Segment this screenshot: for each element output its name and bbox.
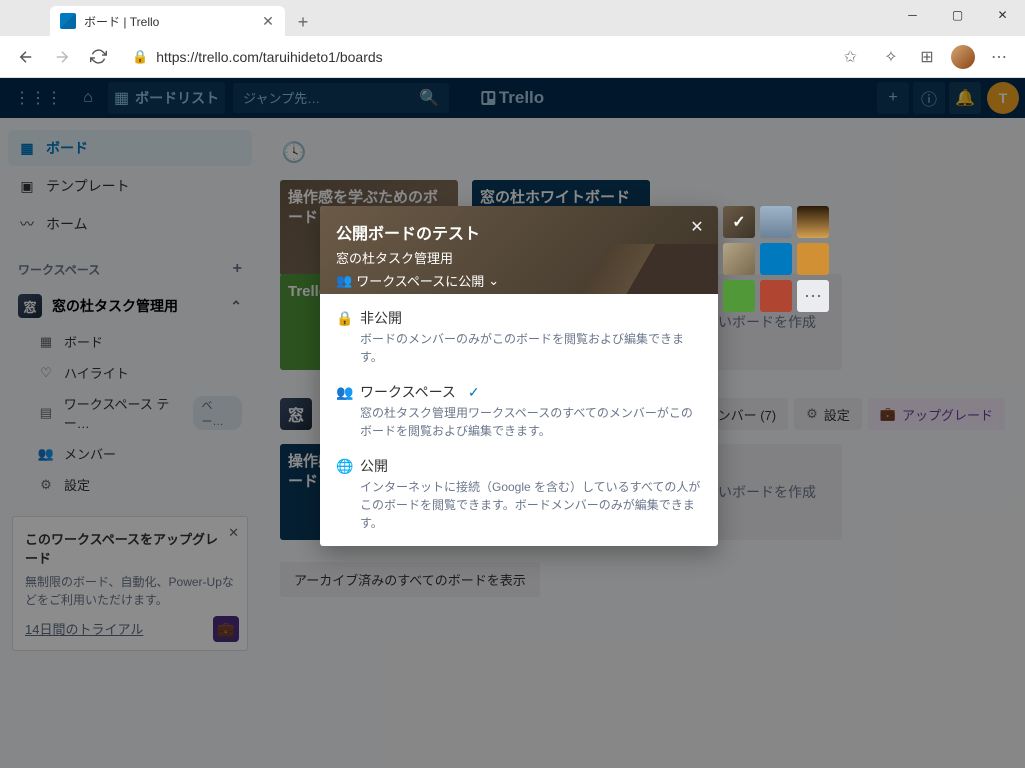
chevron-down-icon: ⌄ — [488, 273, 499, 289]
lock-icon: 🔒 — [336, 310, 352, 327]
browser-menu-button[interactable]: ⋯ — [981, 39, 1017, 75]
bg-option[interactable] — [723, 206, 755, 238]
globe-icon: 🌐 — [336, 458, 352, 475]
members-icon: 👥 — [336, 273, 352, 289]
gear-icon: ⚙ — [806, 406, 818, 422]
board-icon: ▦ — [114, 88, 129, 108]
bg-option[interactable] — [797, 206, 829, 238]
chevron-up-icon: ⌃ — [230, 298, 242, 315]
trello-favicon — [60, 13, 76, 29]
table-icon: ▤ — [38, 405, 54, 421]
url-input[interactable]: 🔒 https://trello.com/taruihideto1/boards… — [122, 41, 867, 73]
tab-title: ボード | Trello — [84, 13, 261, 30]
window-minimize-button[interactable]: ─ — [890, 0, 935, 30]
info-icon[interactable]: ⓘ — [913, 82, 945, 114]
clock-icon: 🕓 — [280, 138, 308, 166]
popup-title: 公開ボードのテスト — [336, 220, 702, 244]
template-icon: ▣ — [18, 178, 36, 195]
board-icon: ▦ — [18, 140, 36, 157]
new-tab-button[interactable]: + — [289, 8, 317, 36]
extension-collections-icon[interactable]: ✧ — [873, 39, 909, 75]
briefcase-icon: 💼 — [880, 406, 896, 422]
sidebar-item-templates[interactable]: ▣ テンプレート — [8, 168, 252, 204]
notifications-icon[interactable]: 🔔 — [949, 82, 981, 114]
sidebar-sub-settings[interactable]: ⚙ 設定 — [8, 469, 252, 500]
url-text: https://trello.com/taruihideto1/boards — [156, 49, 843, 65]
browser-addressbar: 🔒 https://trello.com/taruihideto1/boards… — [0, 36, 1025, 78]
bg-option[interactable] — [797, 243, 829, 275]
close-icon[interactable]: ✕ — [228, 525, 239, 541]
bg-more-button[interactable]: ⋯ — [797, 280, 829, 312]
members-icon: 👥 — [38, 446, 54, 462]
gear-icon: ⚙ — [38, 477, 54, 493]
trello-logo[interactable]: Trello — [481, 88, 544, 108]
browser-tab[interactable]: ボード | Trello ✕ — [50, 6, 285, 36]
vis-option-workspace[interactable]: 👥ワークスペース✓ 窓の杜タスク管理用ワークスペースのすべてのメンバーがこのボー… — [320, 374, 718, 448]
upgrade-promo: ✕ このワークスペースをアップグレード 無制限のボード、自動化、Power-Up… — [12, 516, 248, 651]
trello-logo-icon — [481, 91, 495, 105]
apps-icon[interactable]: ⋮⋮⋮ — [8, 82, 68, 114]
forward-button[interactable] — [44, 39, 80, 75]
popup-header: ✕ 公開ボードのテスト 窓の杜タスク管理用 👥 ワークスペースに公開 ⌄ — [320, 206, 718, 294]
user-avatar[interactable]: T — [987, 82, 1019, 114]
add-workspace-button[interactable]: + — [233, 260, 242, 278]
close-tab-icon[interactable]: ✕ — [261, 14, 275, 28]
visibility-popup: ✕ 公開ボードのテスト 窓の杜タスク管理用 👥 ワークスペースに公開 ⌄ 🔒非公… — [320, 206, 718, 546]
bg-option[interactable] — [760, 243, 792, 275]
reload-button[interactable] — [80, 39, 116, 75]
workspace-toggle[interactable]: 窓 窓の杜タスク管理用 ⌃ — [8, 286, 252, 326]
browser-titlebar: ボード | Trello ✕ + ─ ▢ ✕ — [0, 0, 1025, 36]
search-icon: 🔍 — [419, 88, 439, 108]
sidebar-sub-highlight[interactable]: ♡ ハイライト — [8, 357, 252, 388]
sidebar-sub-boards[interactable]: ▦ ボード — [8, 326, 252, 357]
home-icon[interactable]: ⌂ — [72, 82, 104, 114]
bg-option[interactable] — [723, 280, 755, 312]
ws-tab-upgrade[interactable]: 💼アップグレード — [868, 398, 1005, 430]
briefcase-icon: 💼 — [213, 616, 239, 642]
window-close-button[interactable]: ✕ — [980, 0, 1025, 30]
heart-icon: ♡ — [38, 365, 54, 381]
extension-extensions-icon[interactable]: ⊞ — [909, 39, 945, 75]
background-picker: ⋯ — [723, 206, 833, 312]
board-icon: ▦ — [38, 334, 54, 350]
pulse-icon: 〰 — [18, 214, 36, 234]
profile-avatar[interactable] — [945, 39, 981, 75]
workspace-section-header: ワークスペース + — [8, 252, 252, 286]
back-button[interactable] — [8, 39, 44, 75]
sidebar-sub-wstable[interactable]: ▤ ワークスペース テー… ベー… — [8, 388, 252, 438]
beta-badge: ベー… — [193, 396, 242, 430]
workspace-badge: 窓 — [18, 294, 42, 318]
workspace-badge: 窓 — [280, 398, 312, 430]
sidebar-item-home[interactable]: 〰 ホーム — [8, 206, 252, 242]
search-input[interactable] — [243, 91, 419, 106]
app-topnav: ⋮⋮⋮ ⌂ ▦ ボードリスト 🔍 Trello + ⓘ 🔔 T — [0, 78, 1025, 118]
check-icon: ✓ — [468, 384, 480, 401]
sidebar: ▦ ボード ▣ テンプレート 〰 ホーム ワークスペース + 窓 窓の杜タスク管… — [0, 118, 260, 768]
lock-icon: 🔒 — [132, 49, 148, 65]
trial-link[interactable]: 14日間のトライアル — [25, 622, 143, 637]
search-box[interactable]: 🔍 — [233, 83, 449, 113]
bg-option[interactable] — [723, 243, 755, 275]
bg-option[interactable] — [760, 206, 792, 238]
create-button[interactable]: + — [877, 82, 909, 114]
show-archived-button[interactable]: アーカイブ済みのすべてのボードを表示 — [280, 562, 540, 597]
sidebar-sub-members[interactable]: 👥 メンバー — [8, 438, 252, 469]
upgrade-title: このワークスペースをアップグレード — [25, 529, 235, 567]
boardlist-button[interactable]: ▦ ボードリスト — [108, 82, 225, 114]
window-maximize-button[interactable]: ▢ — [935, 0, 980, 30]
vis-option-public[interactable]: 🌐公開 インターネットに接続（Google を含む）しているすべての人がこのボー… — [320, 448, 718, 540]
sidebar-item-boards[interactable]: ▦ ボード — [8, 130, 252, 166]
members-icon: 👥 — [336, 384, 352, 401]
popup-subtitle: 窓の杜タスク管理用 — [336, 248, 702, 267]
ws-tab-settings[interactable]: ⚙設定 — [794, 398, 862, 430]
vis-option-private[interactable]: 🔒非公開 ボードのメンバーのみがこのボードを閲覧および編集できます。 — [320, 300, 718, 374]
visibility-dropdown[interactable]: 👥 ワークスペースに公開 ⌄ — [336, 271, 702, 290]
bg-option[interactable] — [760, 280, 792, 312]
close-icon[interactable]: ✕ — [686, 216, 708, 238]
upgrade-desc: 無制限のボード、自動化、Power-Upなどをご利用いただけます。 — [25, 573, 235, 609]
star-add-icon[interactable]: ✩ — [844, 47, 857, 67]
